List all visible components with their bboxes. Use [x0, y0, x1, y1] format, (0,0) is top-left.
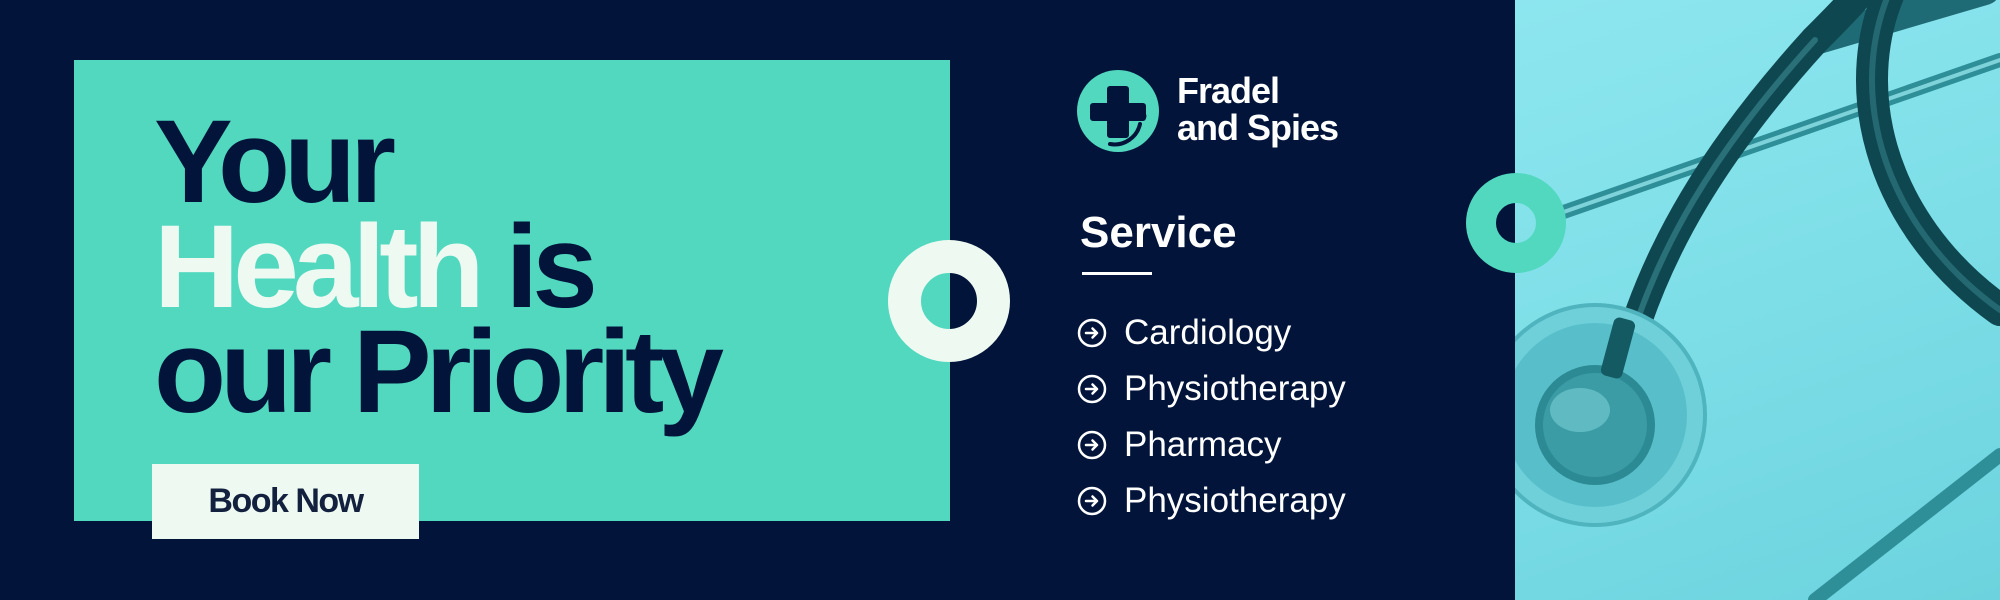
brand-name-line-1: Fradel [1177, 70, 1280, 111]
service-heading-underline [1082, 272, 1152, 275]
book-now-button[interactable]: Book Now [152, 464, 419, 539]
decorative-ring-light [888, 240, 1010, 362]
hero-headline: Your Health is our Priority [154, 96, 724, 438]
service-item-pharmacy: Pharmacy [1077, 417, 1346, 473]
service-item-physiotherapy: Physiotherapy [1077, 361, 1346, 417]
medical-cross-icon [1077, 70, 1159, 152]
arrow-circle-right-icon [1077, 486, 1107, 516]
brand-name: Fradel and Spies [1177, 70, 1339, 148]
brand-name-line-2: and Spies [1177, 107, 1339, 148]
arrow-circle-right-icon [1077, 374, 1107, 404]
service-item-label: Physiotherapy [1124, 369, 1346, 408]
arrow-circle-right-icon [1077, 430, 1107, 460]
headline-line-1: Your [154, 96, 396, 228]
service-item-label: Cardiology [1124, 313, 1292, 352]
service-list: Cardiology Physiotherapy Pharmacy Physio… [1077, 305, 1346, 529]
service-item-cardiology: Cardiology [1077, 305, 1346, 361]
stethoscope-image [1515, 0, 2000, 600]
service-item-label: Physiotherapy [1124, 481, 1346, 520]
health-banner: Your Health is our Priority Book Now Fra… [0, 0, 2000, 600]
service-item-label: Pharmacy [1124, 425, 1282, 464]
service-item-physiotherapy-2: Physiotherapy [1077, 473, 1346, 529]
headline-line-3: our Priority [154, 306, 724, 438]
headline-line-2: Health is [154, 208, 718, 326]
service-heading: Service [1080, 208, 1237, 257]
decorative-ring-teal [1466, 173, 1566, 273]
arrow-circle-right-icon [1077, 318, 1107, 348]
